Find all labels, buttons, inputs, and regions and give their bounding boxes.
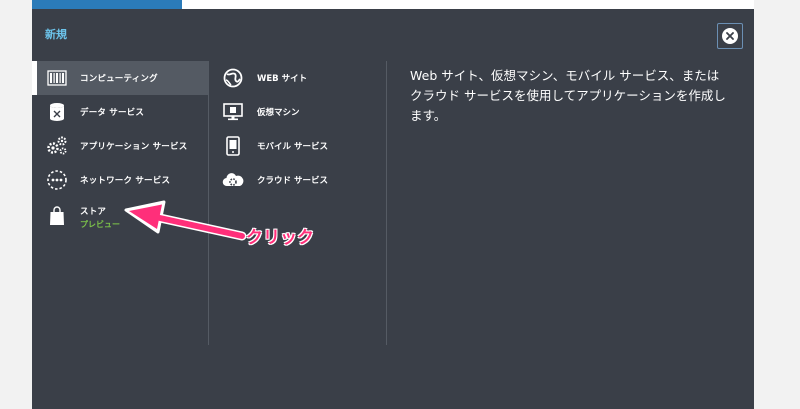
background-app-bar [32,0,754,9]
service-label: クラウド サービス [257,176,328,186]
service-label: モバイル サービス [257,142,328,152]
panel-title: 新規 [45,28,67,41]
service-label: 仮想マシン [257,108,300,118]
gears-icon [46,135,68,157]
column-divider [386,61,387,345]
category-label: データ サービス [80,108,145,118]
monitor-icon [222,101,244,123]
category-label: コンピューティング [80,74,158,84]
preview-badge: プレビュー [80,220,120,229]
globe-icon [222,67,244,89]
category-compute[interactable]: コンピューティング [32,61,208,95]
category-label: アプリケーション サービス [80,142,188,152]
category-label: ストア [80,207,107,217]
database-icon [46,101,68,123]
category-label: ネットワーク サービス [80,176,171,186]
service-description: Web サイト、仮想マシン、モバイル サービス、またはクラウド サービスを使用し… [410,68,726,123]
page: 新規 コンピューティング データ サービス アプリケーション サービス ネットワ… [0,0,800,409]
service-list: WEB サイト 仮想マシン モバイル サービス クラウド サービス [209,61,386,197]
annotation-arrow-icon [124,200,247,241]
annotation-label: クリック [246,228,314,248]
service-cloud-services[interactable]: クラウド サービス [209,163,386,197]
category-app-services[interactable]: アプリケーション サービス [32,129,208,163]
phone-icon [222,135,244,157]
store-text: ストア プレビュー [80,205,120,230]
close-icon [722,28,738,44]
category-data-services[interactable]: データ サービス [32,95,208,129]
compute-icon [46,67,68,89]
service-label: WEB サイト [257,74,308,84]
close-button[interactable] [717,23,743,49]
category-network-services[interactable]: ネットワーク サービス [32,163,208,197]
service-mobile-services[interactable]: モバイル サービス [209,129,386,163]
background-app-tab [32,0,182,9]
service-web-sites[interactable]: WEB サイト [209,61,386,95]
shopping-bag-icon [46,205,68,227]
service-virtual-machines[interactable]: 仮想マシン [209,95,386,129]
network-icon [46,169,68,191]
cloud-gear-icon [222,169,244,191]
